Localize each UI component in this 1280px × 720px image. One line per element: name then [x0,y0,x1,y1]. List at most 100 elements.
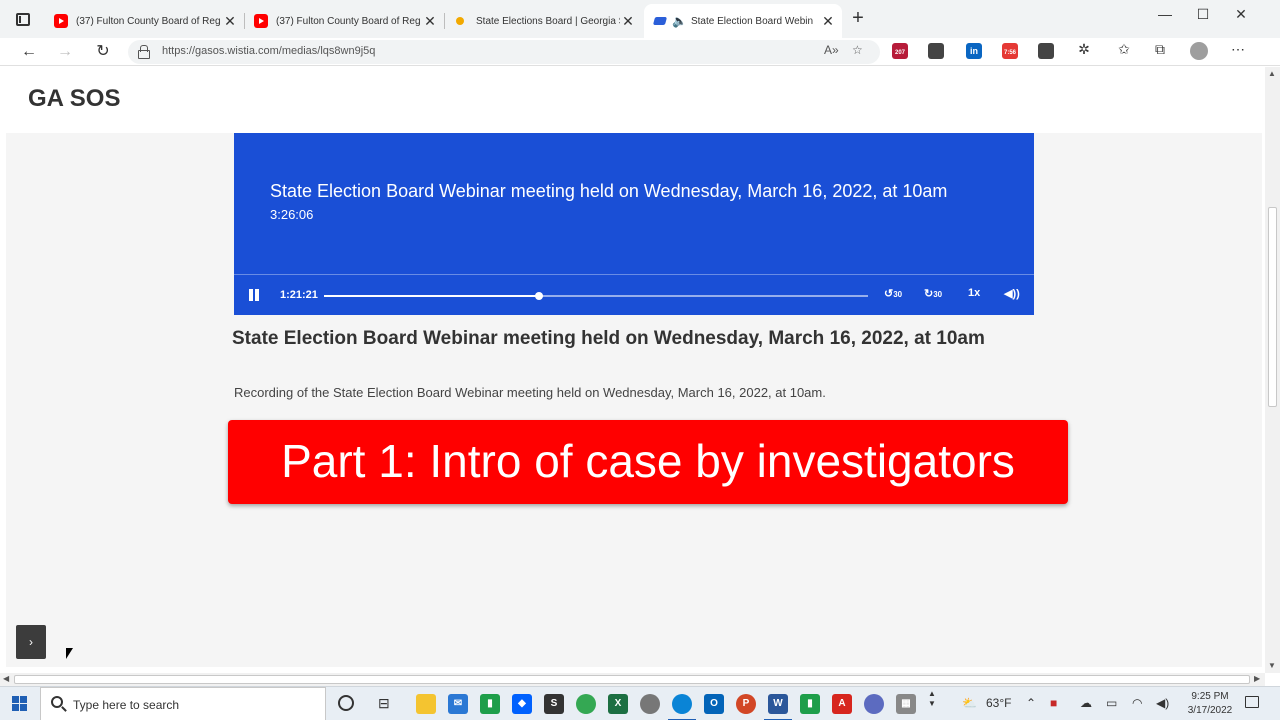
extension-badge-icon[interactable]: 207 [892,43,908,59]
georgia-sos-icon [456,17,464,25]
close-tab-icon[interactable]: ✕ [222,13,238,30]
tab-fulton-county-1[interactable]: (37) Fulton County Board of Reg ✕ [44,6,244,36]
extension-icon[interactable] [928,43,944,59]
tab-state-elections-board[interactable]: State Elections Board | Georgia S ✕ [444,6,642,36]
progress-handle[interactable] [534,292,543,300]
weather-temperature[interactable]: 63°F [986,696,1011,710]
speaker-icon[interactable]: 🔈 [672,14,687,28]
profile-avatar[interactable] [1190,42,1208,60]
windows-taskbar: Type here to search ⊟ ✉ ▮ ◆ S X O P W ▮ … [0,686,1280,720]
chrome-icon[interactable] [576,694,596,714]
onedrive-icon[interactable]: ☁ [1080,696,1092,710]
maximize-button[interactable]: ☐ [1188,6,1218,23]
video-player[interactable]: State Election Board Webinar meeting hel… [234,133,1034,315]
favorite-star-icon[interactable]: ☆ [852,43,863,57]
notification-center-icon[interactable] [1245,696,1259,708]
scroll-up-arrow-icon[interactable]: ▲ [1268,69,1276,78]
vertical-scroll-thumb[interactable] [1268,207,1277,407]
youtube-icon [254,14,268,28]
outlook-icon[interactable]: O [704,694,724,714]
battery-icon[interactable]: ▭ [1106,696,1117,710]
powerpoint-icon[interactable]: P [736,694,756,714]
horizontal-scroll-thumb[interactable] [14,675,1250,684]
video-heading: State Election Board Webinar meeting hel… [232,328,985,349]
wifi-icon[interactable]: ◠ [1132,696,1142,710]
minimize-button[interactable]: — [1150,6,1180,22]
vertical-scrollbar[interactable]: ▲ ▼ [1265,67,1280,673]
stock-chart-app-icon[interactable]: ▮ [480,694,500,714]
system-clock[interactable]: 9:25 PM 3/17/2022 [1186,690,1234,718]
windows-start-icon[interactable] [12,696,28,712]
extension-timer-icon[interactable]: 7:56 [1002,43,1018,59]
clock-time: 9:25 PM [1191,691,1229,702]
linkedin-icon[interactable]: in [966,43,982,59]
sidebar-toggle-button[interactable]: › [16,625,46,659]
extension-timer-text: 7:56 [1003,50,1016,56]
read-aloud-icon[interactable]: A» [824,43,839,57]
scroll-right-arrow-icon[interactable]: ▶ [1254,674,1260,683]
excel-icon[interactable]: X [608,694,628,714]
weather-icon[interactable]: ⛅ [962,696,977,710]
extensions-puzzle-icon[interactable]: ✲ [1074,41,1094,58]
close-tab-icon[interactable]: ✕ [422,13,438,30]
close-tab-icon[interactable]: ✕ [620,13,636,30]
progress-fill [324,295,539,297]
scroll-down-arrow-icon[interactable]: ▼ [1268,661,1276,670]
s-app-icon[interactable]: S [544,694,564,714]
rewind-30-icon[interactable]: ↺30 [884,287,902,300]
volume-icon[interactable]: ◀)) [1004,287,1020,300]
mail-icon[interactable]: ✉ [448,694,468,714]
youtube-icon [54,14,68,28]
search-placeholder: Type here to search [73,698,180,712]
tab-fulton-county-2[interactable]: (37) Fulton County Board of Reg ✕ [244,6,444,36]
tab-actions-icon[interactable] [12,9,34,31]
extension-badge-text: 207 [894,50,905,56]
browser-toolbar: ← → ↻ https://gasos.wistia.com/medias/lq… [0,38,1280,66]
edge-icon[interactable] [668,694,696,720]
task-view-icon[interactable]: ⊟ [378,695,390,712]
refresh-button[interactable]: ↻ [92,41,114,63]
player-controls: 1:21:21 ↺30 ↻30 1x ◀)) [234,274,1034,315]
file-explorer-icon[interactable] [416,694,436,714]
playback-speed-button[interactable]: 1x [968,287,980,299]
stock-chart-app-icon[interactable]: ▮ [800,694,820,714]
show-hidden-icons-icon[interactable]: ⌃ [1026,696,1036,710]
tab-webinar-active[interactable]: 🔈 State Election Board Webin ✕ [644,4,842,38]
acrobat-icon[interactable]: A [832,694,852,714]
new-tab-button[interactable]: + [848,8,868,30]
collections-icon[interactable]: ⧉ [1150,41,1170,58]
progress-bar[interactable] [324,292,868,300]
mouse-cursor-icon [66,648,76,662]
tab-title: State Election Board Webin [690,15,814,27]
back-button[interactable]: ← [18,41,40,63]
more-menu-icon[interactable]: ⋯ [1228,41,1248,58]
site-title[interactable]: GA SOS [28,85,120,113]
player-duration: 3:26:06 [270,207,314,222]
part-banner: Part 1: Intro of case by investigators [228,420,1068,504]
forward-button[interactable]: → [54,41,76,63]
horizontal-scrollbar[interactable]: ◀ ▶ [0,673,1265,686]
browser-tab-strip: (37) Fulton County Board of Reg ✕ (37) F… [0,0,1280,38]
app-icon[interactable] [640,694,660,714]
forward-30-icon[interactable]: ↻30 [924,287,942,300]
dropbox-icon[interactable]: ◆ [512,694,532,714]
tray-app-icon[interactable]: ■ [1050,696,1057,710]
tab-title: (37) Fulton County Board of Reg [276,15,421,27]
url-text[interactable]: https://gasos.wistia.com/medias/lqs8wn9j… [162,45,375,57]
address-bar[interactable]: https://gasos.wistia.com/medias/lqs8wn9j… [128,40,880,64]
banner-text: Part 1: Intro of case by investigators [281,435,1015,487]
pause-icon[interactable] [248,289,260,301]
word-icon[interactable]: W [764,694,792,720]
app-icon[interactable] [864,694,884,714]
extension-icon[interactable] [1038,43,1054,59]
taskbar-search-box[interactable]: Type here to search [40,687,326,720]
close-tab-icon[interactable]: ✕ [820,13,836,30]
close-window-button[interactable]: ✕ [1226,6,1256,23]
calculator-icon[interactable]: ▦ [896,694,916,714]
taskbar-scroll-arrows-icon[interactable]: ▲ ▼ [928,689,936,709]
favorites-icon[interactable]: ✩ [1114,41,1134,58]
volume-tray-icon[interactable]: ◀) [1156,696,1169,710]
cortana-icon[interactable] [338,695,354,711]
scroll-left-arrow-icon[interactable]: ◀ [3,674,9,683]
lock-icon[interactable] [138,45,150,59]
